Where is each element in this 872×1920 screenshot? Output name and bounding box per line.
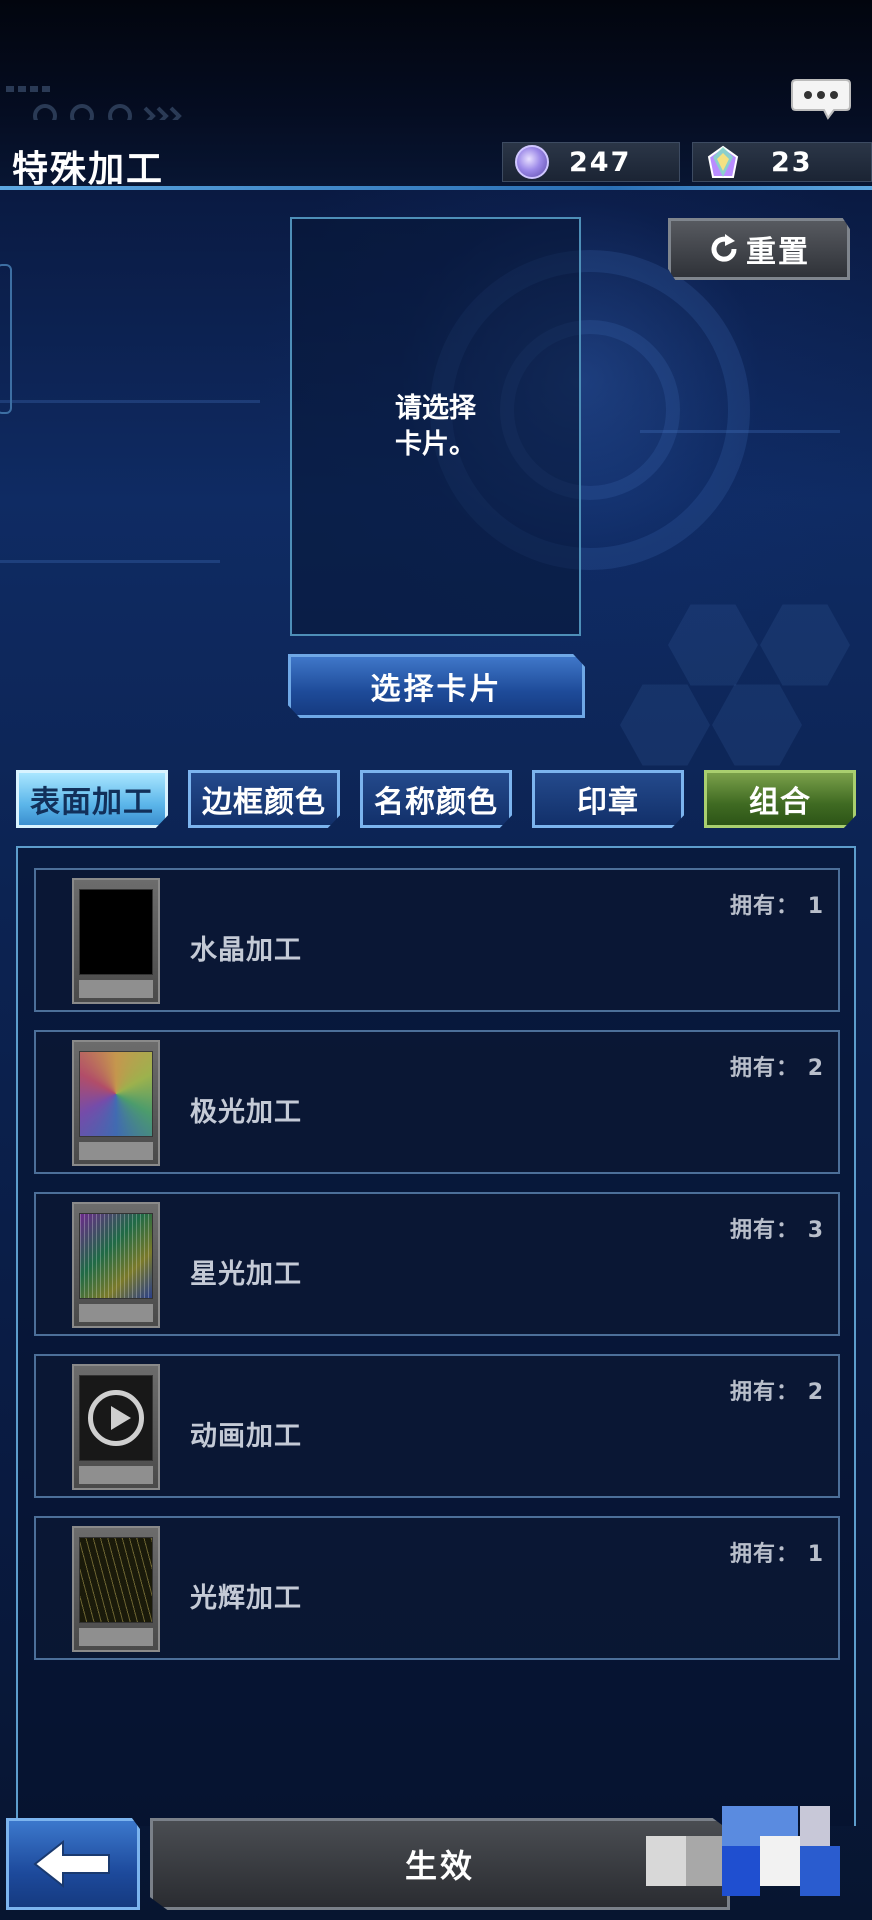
gem-currency-counter: 247: [502, 142, 680, 182]
top-bar: 特殊加工 247 23: [0, 0, 872, 190]
bg-decoration: [760, 604, 850, 686]
side-drawer-handle[interactable]: [0, 264, 12, 414]
card-slot-prompt: 请选择 卡片。: [292, 391, 579, 463]
bg-decoration: [668, 604, 758, 686]
bg-decoration: [620, 684, 710, 766]
bg-decoration: [712, 684, 802, 766]
owned-label: 拥有：: [730, 894, 800, 919]
obscured-overlay: [722, 1846, 760, 1896]
animation-card-art: [79, 1375, 153, 1461]
card-slot[interactable]: 请选择 卡片。: [290, 217, 581, 636]
reset-button-label: 重置: [746, 235, 810, 270]
crystal-card-art-icon: [79, 889, 153, 975]
card-text-box: [79, 1142, 153, 1160]
obscured-overlay: [800, 1806, 830, 1846]
crystal-currency-counter: 23: [692, 142, 872, 182]
owned-count: 拥有： 3: [730, 1212, 824, 1244]
item-name: 光辉加工: [190, 1583, 302, 1614]
card-text-box: [79, 1628, 153, 1646]
select-card-button[interactable]: 选择卡片: [288, 654, 585, 718]
owned-value: 1: [807, 894, 824, 919]
owned-count: 拥有： 2: [730, 1374, 824, 1406]
glow-card-art-icon: [79, 1537, 153, 1623]
owned-label: 拥有：: [730, 1380, 800, 1405]
page-title: 特殊加工: [12, 149, 165, 190]
card-text-box: [79, 1466, 153, 1484]
crystal-currency-value: 23: [771, 146, 813, 178]
reset-button[interactable]: 重置: [668, 218, 850, 280]
select-card-button-label: 选择卡片: [370, 672, 503, 707]
tab-frame-color[interactable]: 边框颜色: [188, 770, 340, 828]
gem-currency-value: 247: [569, 146, 632, 178]
chat-icon[interactable]: [790, 78, 852, 120]
apply-button-label: 生效: [404, 1847, 475, 1885]
crystal-gem-icon: [707, 145, 739, 178]
obscured-overlay: [760, 1836, 800, 1886]
owned-count: 拥有： 1: [730, 888, 824, 920]
list-item-aurora[interactable]: 极光加工 拥有： 2: [34, 1030, 840, 1174]
item-name: 水晶加工: [190, 935, 302, 966]
item-name: 动画加工: [190, 1421, 302, 1452]
obscured-overlay: [686, 1836, 722, 1886]
owned-value: 2: [807, 1056, 824, 1081]
card-text-box: [79, 1304, 153, 1322]
gem-coin-icon: [515, 145, 549, 179]
processing-list: 水晶加工 拥有： 1 极光加工 拥有： 2 星光加工 拥有： 3 动画加工 拥有…: [16, 846, 856, 1826]
back-button[interactable]: [6, 1818, 140, 1910]
tab-name-color[interactable]: 名称颜色: [360, 770, 512, 828]
card-thumbnail: [72, 1202, 160, 1328]
owned-label: 拥有：: [730, 1056, 800, 1081]
list-item-crystal[interactable]: 水晶加工 拥有： 1: [34, 868, 840, 1012]
bg-decoration: [0, 400, 260, 403]
card-text-box: [79, 980, 153, 998]
owned-label: 拥有：: [730, 1542, 800, 1567]
owned-value: 1: [807, 1542, 824, 1567]
card-thumbnail: [72, 1526, 160, 1652]
list-item-animation[interactable]: 动画加工 拥有： 2: [34, 1354, 840, 1498]
owned-value: 3: [807, 1218, 824, 1243]
list-item-glow[interactable]: 光辉加工 拥有： 1: [34, 1516, 840, 1660]
tab-stamp[interactable]: 印章: [532, 770, 684, 828]
owned-label: 拥有：: [730, 1218, 800, 1243]
starlight-card-art-icon: [79, 1213, 153, 1299]
header-divider: [0, 186, 872, 190]
refresh-icon: [711, 234, 737, 262]
tab-surface-processing[interactable]: 表面加工: [16, 770, 168, 828]
play-icon: [88, 1390, 144, 1446]
arrow-left-icon: [33, 1839, 110, 1889]
owned-value: 2: [807, 1380, 824, 1405]
apply-button[interactable]: 生效: [150, 1818, 730, 1910]
bg-decoration: [0, 560, 220, 563]
item-name: 星光加工: [190, 1259, 302, 1290]
card-thumbnail: [72, 878, 160, 1004]
tab-combination[interactable]: 组合: [704, 770, 856, 828]
aurora-card-art-icon: [79, 1051, 153, 1137]
card-thumbnail: [72, 1040, 160, 1166]
list-item-starlight[interactable]: 星光加工 拥有： 3: [34, 1192, 840, 1336]
owned-count: 拥有： 1: [730, 1536, 824, 1568]
obscured-overlay: [800, 1846, 840, 1896]
bg-decoration: [640, 430, 840, 433]
card-thumbnail: [72, 1364, 160, 1490]
item-name: 极光加工: [190, 1097, 302, 1128]
owned-count: 拥有： 2: [730, 1050, 824, 1082]
obscured-overlay: [646, 1836, 686, 1886]
card-slot-prompt-line2: 卡片。: [395, 429, 476, 460]
circuit-decoration-icon: [6, 86, 182, 120]
card-slot-prompt-line1: 请选择: [395, 393, 476, 424]
